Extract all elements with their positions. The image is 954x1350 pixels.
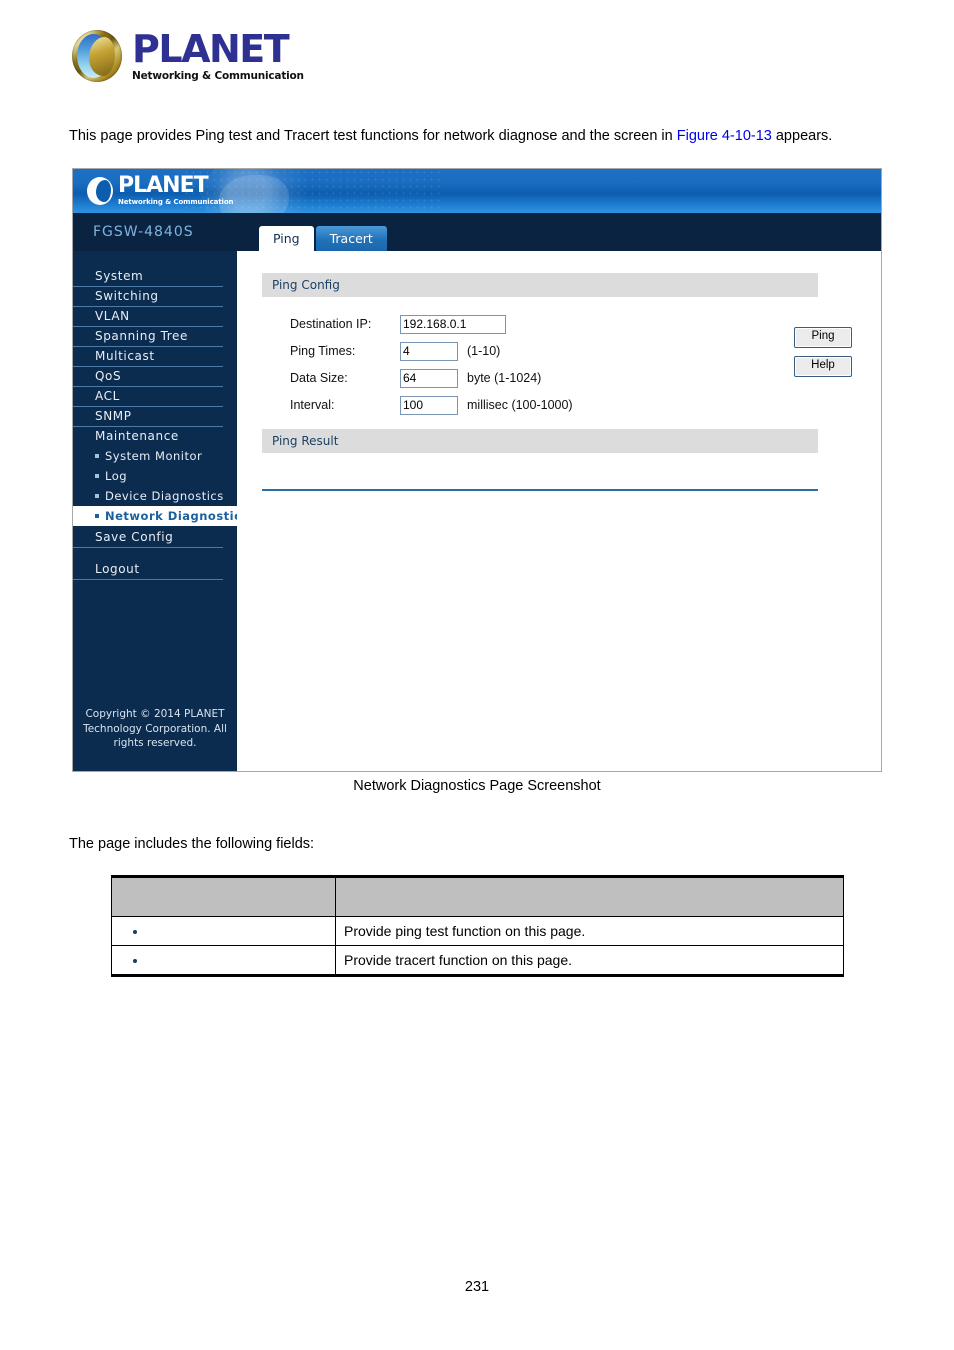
form-row-ping-times: Ping Times: (1-10) [262, 338, 818, 364]
sidebar-item-vlan[interactable]: VLAN [73, 307, 223, 327]
planet-orb-icon [87, 176, 113, 205]
field-description-table: Provide ping test function on this page.… [111, 875, 844, 977]
ping-config-section-title: Ping Config [262, 273, 818, 297]
bullet-icon [95, 493, 99, 498]
ping-times-label: Ping Times: [290, 344, 356, 358]
sidebar-item-logout[interactable]: Logout [73, 560, 223, 580]
page-number: 231 [464, 1279, 490, 1295]
bullet-icon [133, 930, 137, 935]
embedded-device-screenshot: PLANET Networking & Communication FGSW-4… [72, 168, 882, 772]
table-header-row [111, 875, 844, 917]
table-header-object [111, 875, 336, 917]
fields-intro-text: The page includes the following fields: [69, 836, 315, 852]
action-button-group: Ping Help [794, 327, 852, 377]
brand-tagline: Networking & Communication [132, 70, 304, 83]
planet-orb-icon [72, 30, 122, 82]
table-cell-description: Provide ping test function on this page. [335, 916, 844, 946]
figure-caption: Network Diagnostics Page Screenshot [353, 778, 601, 794]
destination-ip-label: Destination IP: [290, 317, 372, 331]
brand-name: PLANET [132, 27, 290, 72]
ping-times-hint: (1-10) [467, 344, 501, 358]
device-sidebar: FGSW-4840S System Switching VLAN Spannin… [73, 213, 248, 771]
intro-paragraph: This page provides Ping test and Tracert… [69, 128, 832, 144]
sidebar-item-label: System Monitor [105, 449, 203, 463]
device-brand-logo: PLANET Networking & Communication [87, 173, 234, 206]
sidebar-item-network-diagnostics[interactable]: Network Diagnostics [73, 506, 248, 526]
interval-hint: millisec (100-1000) [467, 398, 573, 412]
interval-input[interactable] [400, 395, 458, 415]
table-cell-description: Provide tracert function on this page. [335, 945, 844, 977]
destination-ip-input[interactable] [400, 314, 506, 334]
model-name-bar: FGSW-4840S [73, 213, 237, 251]
device-model-name: FGSW-4840S [93, 224, 194, 240]
tab-ping[interactable]: Ping [259, 225, 314, 251]
figure-cross-reference-link[interactable]: Figure 4-10-13 [677, 128, 772, 144]
sidebar-item-snmp[interactable]: SNMP [73, 407, 223, 427]
sidebar-item-device-diagnostics[interactable]: Device Diagnostics [73, 486, 237, 506]
device-brand-name: PLANET [118, 173, 209, 198]
ping-config-form: Destination IP: Ping Times: (1-10) Data … [262, 297, 852, 429]
interval-label: Interval: [290, 398, 335, 412]
sidebar-copyright: Copyright © 2014 PLANET Technology Corpo… [83, 708, 227, 749]
intro-text-before: This page provides Ping test and Tracert… [69, 128, 677, 144]
sidebar-item-label: Device Diagnostics [105, 489, 224, 503]
bullet-icon [95, 453, 99, 458]
sidebar-item-system[interactable]: System [73, 267, 223, 287]
tab-tracert[interactable]: Tracert [315, 225, 387, 251]
bullet-icon [133, 959, 137, 964]
table-row: Provide tracert function on this page. [111, 945, 844, 977]
brand-text: PLANET Networking & Communication [132, 30, 304, 82]
sidebar-item-acl[interactable]: ACL [73, 387, 223, 407]
table-cell-term [111, 916, 336, 946]
device-brand-tagline: Networking & Communication [118, 198, 234, 206]
form-row-destination-ip: Destination IP: [262, 311, 818, 337]
bullet-icon [95, 473, 99, 478]
sidebar-item-qos[interactable]: QoS [73, 367, 223, 387]
sidebar-item-label: Network Diagnostics [105, 509, 249, 523]
form-row-data-size: Data Size: byte (1-1024) [262, 365, 818, 391]
data-size-input[interactable] [400, 368, 458, 388]
document-brand-header: PLANET Networking & Communication [72, 28, 412, 84]
sidebar-menu: System Switching VLAN Spanning Tree Mult… [73, 251, 248, 580]
sidebar-item-log[interactable]: Log [73, 466, 237, 486]
tab-strip: Ping Tracert [237, 213, 881, 251]
table-cell-term [111, 945, 336, 977]
sidebar-item-switching[interactable]: Switching [73, 287, 223, 307]
form-row-interval: Interval: millisec (100-1000) [262, 392, 818, 418]
bullet-icon [95, 513, 99, 518]
ping-panel: Ping Config Destination IP: Ping Times: … [237, 251, 881, 491]
device-content-area: Ping Tracert Ping Config Destination IP:… [237, 213, 881, 771]
data-size-label: Data Size: [290, 371, 348, 385]
sidebar-item-label: Log [105, 469, 128, 483]
help-button[interactable]: Help [794, 356, 852, 377]
ping-result-output [262, 461, 818, 491]
intro-text-after: appears. [771, 128, 833, 144]
sidebar-item-save-config[interactable]: Save Config [73, 528, 223, 548]
table-header-description [335, 875, 844, 917]
data-size-hint: byte (1-1024) [467, 371, 542, 385]
device-banner: PLANET Networking & Communication [73, 169, 881, 213]
ping-result-section-title: Ping Result [262, 429, 818, 453]
ping-times-input[interactable] [400, 341, 458, 361]
sidebar-item-maintenance[interactable]: Maintenance [73, 427, 223, 446]
table-row: Provide ping test function on this page. [111, 916, 844, 946]
ping-button[interactable]: Ping [794, 327, 852, 348]
sidebar-item-spanning-tree[interactable]: Spanning Tree [73, 327, 223, 347]
sidebar-item-system-monitor[interactable]: System Monitor [73, 446, 237, 466]
sidebar-item-multicast[interactable]: Multicast [73, 347, 223, 367]
